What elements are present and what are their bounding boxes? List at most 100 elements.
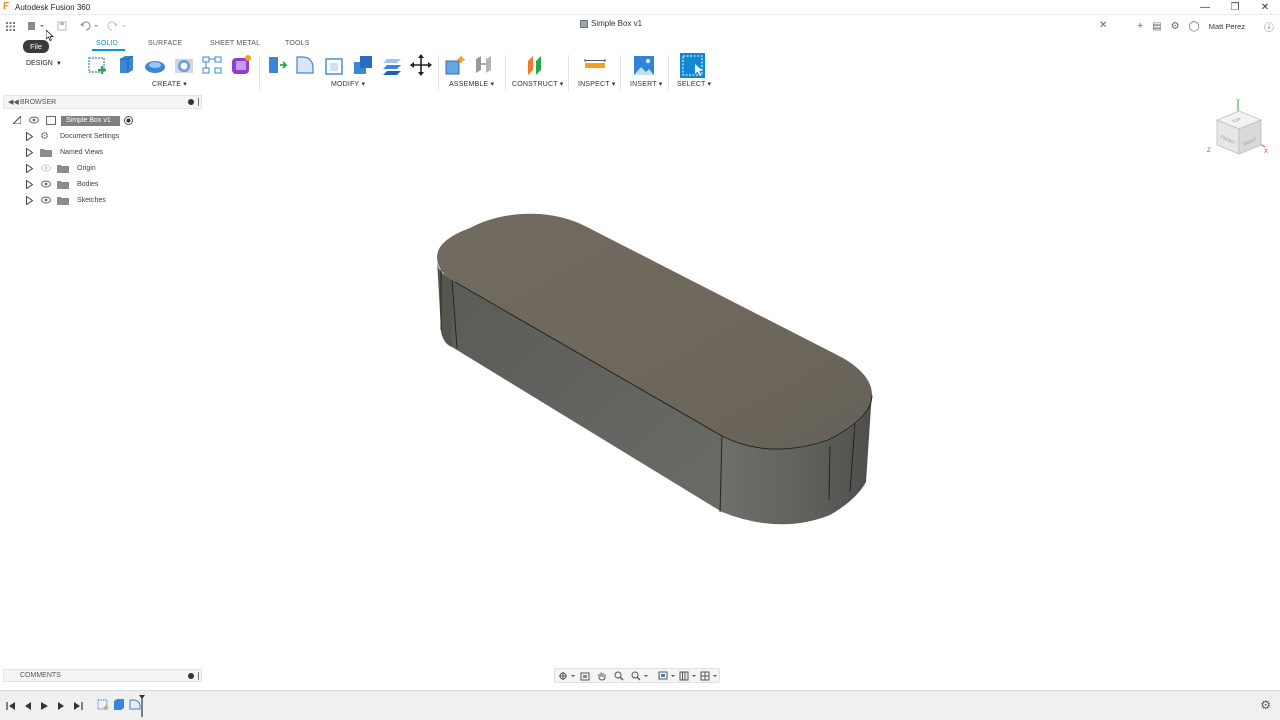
create-sketch-icon[interactable] <box>86 53 110 77</box>
viewports-icon[interactable] <box>700 671 718 681</box>
grid-snaps-icon[interactable] <box>679 671 697 681</box>
measure-icon[interactable] <box>583 53 607 77</box>
restore-icon[interactable]: ❐ <box>1220 0 1250 15</box>
document-tab[interactable]: Simple Box v1 <box>580 19 642 28</box>
construct-menu[interactable]: CONSTRUCT ▾ <box>512 80 563 88</box>
radio-icon[interactable] <box>188 673 194 679</box>
expand-triangle-icon[interactable] <box>26 180 33 189</box>
file-menu-button[interactable] <box>26 19 48 33</box>
svg-text:X: X <box>1264 149 1268 155</box>
grid-icon[interactable] <box>5 19 16 33</box>
eye-icon[interactable] <box>41 196 51 204</box>
pan-hand-icon[interactable] <box>597 671 607 681</box>
comments-title: COMMENTS <box>20 672 61 679</box>
tab-solid[interactable]: SOLID <box>96 40 118 47</box>
create-label: CREATE <box>152 81 182 88</box>
collapse-icon[interactable]: ◀◀ <box>8 98 19 106</box>
expand-triangle-icon[interactable] <box>26 148 33 157</box>
offset-plane-icon[interactable] <box>523 53 547 77</box>
tab-sheet-metal[interactable]: SHEET METAL <box>210 40 260 47</box>
svg-text:Y: Y <box>1236 99 1240 105</box>
select-tool-icon[interactable] <box>680 53 705 78</box>
extensions-icon[interactable]: ⚙ <box>1171 21 1180 32</box>
construct-label: CONSTRUCT <box>512 81 558 88</box>
go-to-start-icon[interactable] <box>6 701 16 711</box>
save-icon[interactable] <box>56 19 68 33</box>
tab-tools[interactable]: TOOLS <box>285 40 310 47</box>
fillet-icon[interactable] <box>293 53 317 77</box>
gear-icon[interactable]: ⚙ <box>1260 698 1271 712</box>
timeline-sketch-icon[interactable] <box>96 697 110 711</box>
undo-icon[interactable] <box>78 19 100 33</box>
combine-icon[interactable] <box>351 53 375 77</box>
create-form-icon[interactable] <box>229 53 253 77</box>
activate-radio-icon[interactable] <box>124 116 133 125</box>
revolve-icon[interactable] <box>143 53 167 77</box>
user-name[interactable]: Matt Perez <box>1209 22 1245 31</box>
expand-triangle-icon[interactable] <box>26 164 33 173</box>
timeline-bar: ⚙ <box>0 690 1280 720</box>
zoom-window-icon[interactable] <box>631 671 649 681</box>
assemble-menu[interactable]: ASSEMBLE ▾ <box>449 80 494 88</box>
mouse-cursor-icon <box>46 30 54 41</box>
navigation-bar <box>554 668 720 683</box>
eye-icon[interactable] <box>29 116 39 124</box>
insert-image-icon[interactable] <box>632 53 656 77</box>
workspace-dropdown[interactable]: DESIGN ▼ <box>9 56 67 71</box>
separator <box>505 55 506 91</box>
play-icon[interactable] <box>39 701 49 711</box>
expand-triangle-icon[interactable] <box>26 196 33 205</box>
resize-handle[interactable] <box>198 672 199 680</box>
comments-panel-header[interactable]: COMMENTS <box>3 669 202 682</box>
select-menu[interactable]: SELECT ▾ <box>677 80 711 88</box>
help-icon[interactable]: ⓘ <box>1264 19 1274 34</box>
create-menu[interactable]: CREATE ▾ <box>152 80 187 88</box>
tab-surface[interactable]: SURFACE <box>148 40 182 47</box>
app-title: Autodesk Fusion 360 <box>15 3 91 12</box>
joint-icon[interactable] <box>472 53 496 77</box>
close-window-icon[interactable]: ✕ <box>1250 0 1280 15</box>
zoom-icon[interactable] <box>614 671 624 681</box>
timeline-marker[interactable] <box>138 694 146 718</box>
redo-icon[interactable] <box>106 19 128 33</box>
extrude-icon[interactable] <box>114 53 138 77</box>
eye-icon[interactable] <box>41 180 51 188</box>
browser-root-label[interactable]: Simple Box v1 <box>61 116 120 126</box>
viewcube[interactable]: Y Z X TOP FRONT RIGHT <box>1205 98 1273 160</box>
go-to-end-icon[interactable] <box>73 701 83 711</box>
job-status-icon[interactable]: ▤ <box>1152 21 1161 32</box>
step-back-icon[interactable] <box>23 701 33 711</box>
inspect-menu[interactable]: INSPECT ▾ <box>578 80 615 88</box>
radio-icon[interactable] <box>188 99 194 105</box>
press-pull-icon[interactable] <box>264 53 288 77</box>
expand-toggle-icon[interactable] <box>13 116 21 124</box>
active-tab-indicator <box>92 49 125 51</box>
step-forward-icon[interactable] <box>56 701 66 711</box>
orbit-constrained-icon[interactable] <box>558 671 576 681</box>
resize-handle[interactable] <box>198 98 199 106</box>
move-icon[interactable] <box>409 53 433 77</box>
timeline-extrude-icon[interactable] <box>112 697 126 711</box>
close-icon[interactable]: ✕ <box>1099 20 1107 31</box>
hole-icon[interactable] <box>172 53 196 77</box>
notification-icon[interactable]: ◯ <box>1189 21 1200 32</box>
browser-header[interactable]: ◀◀ BROWSER <box>3 95 202 109</box>
document-icon <box>580 19 588 28</box>
eye-hidden-icon[interactable] <box>41 164 51 172</box>
modify-menu[interactable]: MODIFY ▾ <box>331 80 365 88</box>
insert-menu[interactable]: INSERT ▾ <box>630 80 662 88</box>
offset-face-icon[interactable] <box>380 53 404 77</box>
look-at-icon[interactable] <box>580 671 590 681</box>
shell-icon[interactable] <box>322 53 346 77</box>
pattern-icon[interactable] <box>200 53 224 77</box>
document-tab-label: Simple Box v1 <box>591 19 643 28</box>
body-top-face <box>437 213 872 450</box>
expand-triangle-icon[interactable] <box>26 132 33 141</box>
browser-item-label: Named Views <box>60 149 104 156</box>
browser-item-label: Origin <box>77 165 96 172</box>
separator <box>438 55 439 91</box>
new-component-icon[interactable] <box>443 53 467 77</box>
minimize-icon[interactable]: — <box>1190 0 1220 15</box>
plus-icon[interactable]: + <box>1137 21 1143 32</box>
display-settings-icon[interactable] <box>658 671 676 681</box>
